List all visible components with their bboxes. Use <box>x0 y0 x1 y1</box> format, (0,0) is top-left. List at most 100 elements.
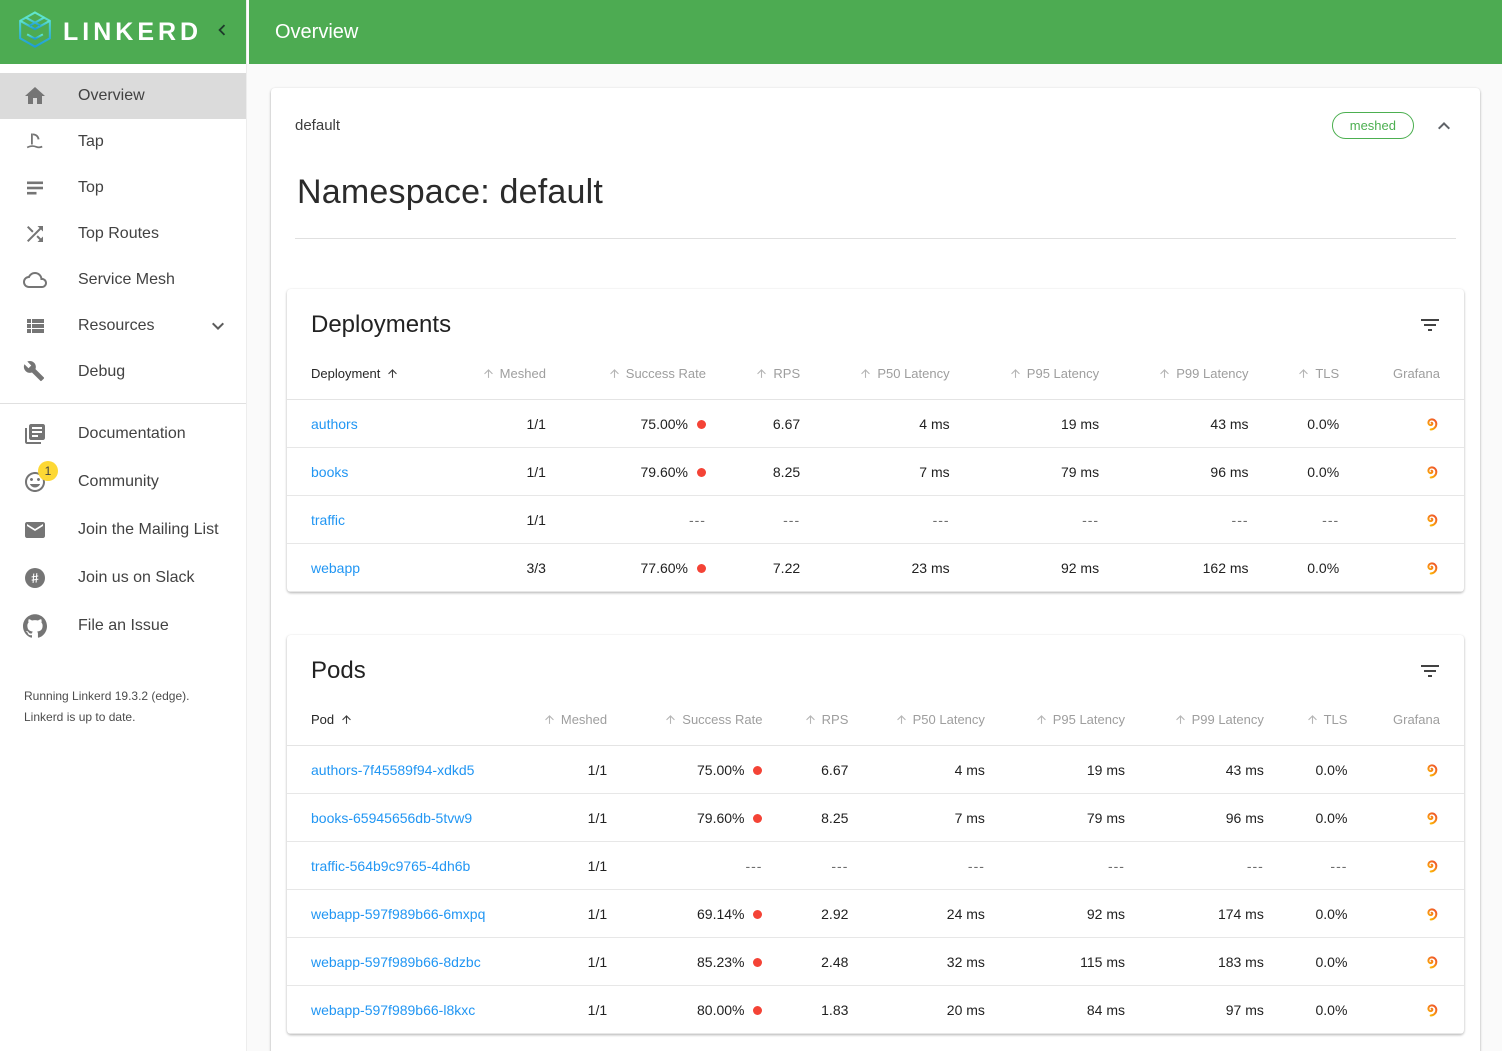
sidebar-header: LINKERD <box>0 0 246 64</box>
pod-link[interactable]: traffic-564b9c9765-4dh6b <box>311 858 470 874</box>
pod-link[interactable]: webapp-597f989b66-6mxpq <box>311 906 485 922</box>
grafana-icon[interactable] <box>1423 415 1440 432</box>
cell-grafana <box>1339 400 1464 448</box>
grafana-icon[interactable] <box>1423 905 1440 922</box>
cell-rps: --- <box>762 842 848 890</box>
cell-rps: 2.48 <box>762 938 848 986</box>
column-header-name[interactable]: Deployment <box>287 339 440 400</box>
tap-icon <box>23 130 47 154</box>
column-header-p95[interactable]: P95 Latency <box>950 339 1099 400</box>
metric-value: --- <box>1082 512 1099 528</box>
status-dot <box>753 814 762 823</box>
metric-value: 43 ms <box>1210 416 1248 432</box>
sidebar-item-community[interactable]: 1 Community <box>0 458 246 506</box>
metric-value: 4 ms <box>919 416 949 432</box>
sidebar-collapse-button[interactable] <box>208 18 236 46</box>
grafana-icon[interactable] <box>1423 559 1440 576</box>
pod-link[interactable]: webapp-597f989b66-8dzbc <box>311 954 481 970</box>
column-header-meshed[interactable]: Meshed <box>511 685 608 746</box>
column-header-success_rate[interactable]: Success Rate <box>607 685 762 746</box>
github-icon <box>23 614 47 638</box>
grafana-icon[interactable] <box>1423 857 1440 874</box>
sidebar-item-slack[interactable]: # Join us on Slack <box>0 554 246 602</box>
linkerd-logo[interactable]: LINKERD <box>14 9 202 56</box>
cell-success_rate: 80.00% <box>607 986 762 1034</box>
sidebar-item-file-issue[interactable]: File an Issue <box>0 602 246 650</box>
column-header-meshed[interactable]: Meshed <box>440 339 546 400</box>
deployment-link[interactable]: traffic <box>311 512 345 528</box>
cell-name: traffic-564b9c9765-4dh6b <box>287 842 511 890</box>
status-dot <box>753 958 762 967</box>
sidebar-item-overview[interactable]: Overview <box>0 73 246 119</box>
cell-meshed: 1/1 <box>440 496 546 544</box>
column-header-p99[interactable]: P99 Latency <box>1099 339 1248 400</box>
deployment-row: traffic1/1------------------ <box>287 496 1464 544</box>
column-header-success_rate[interactable]: Success Rate <box>546 339 706 400</box>
grafana-icon[interactable] <box>1423 1001 1440 1018</box>
column-header-p99[interactable]: P99 Latency <box>1125 685 1264 746</box>
column-label: TLS <box>1315 366 1339 381</box>
sidebar-item-debug[interactable]: Debug <box>0 349 246 395</box>
sidebar-item-top[interactable]: Top <box>0 165 246 211</box>
meshed-badge[interactable]: meshed <box>1332 112 1414 139</box>
sidebar-item-tap[interactable]: Tap <box>0 119 246 165</box>
cell-p95: --- <box>985 842 1125 890</box>
filter-icon[interactable] <box>1418 659 1442 683</box>
deployment-link[interactable]: books <box>311 464 348 480</box>
column-header-tls[interactable]: TLS <box>1249 339 1340 400</box>
sidebar-item-resources[interactable]: Resources <box>0 303 246 349</box>
column-header-rps[interactable]: RPS <box>762 685 848 746</box>
column-header-p95[interactable]: P95 Latency <box>985 685 1125 746</box>
grafana-icon[interactable] <box>1423 463 1440 480</box>
cell-grafana <box>1347 890 1464 938</box>
metric-value: 183 ms <box>1218 954 1264 970</box>
cell-p99: 96 ms <box>1099 448 1248 496</box>
column-header-rps[interactable]: RPS <box>706 339 800 400</box>
sort-arrow-icon <box>608 367 621 380</box>
cell-rps: --- <box>706 496 800 544</box>
grafana-icon[interactable] <box>1423 953 1440 970</box>
version-info: Running Linkerd 19.3.2 (edge). Linkerd i… <box>0 650 246 728</box>
cell-p50: 23 ms <box>800 544 949 592</box>
pod-link[interactable]: authors-7f45589f94-xdkd5 <box>311 762 474 778</box>
filter-icon[interactable] <box>1418 313 1442 337</box>
deployment-link[interactable]: webapp <box>311 560 360 576</box>
cell-success_rate: 79.60% <box>546 448 706 496</box>
cell-name: authors-7f45589f94-xdkd5 <box>287 746 511 794</box>
sidebar-item-mailing-list[interactable]: Join the Mailing List <box>0 506 246 554</box>
sidebar-item-documentation[interactable]: Documentation <box>0 410 246 458</box>
sidebar-item-label: Documentation <box>78 425 186 443</box>
deployment-row: authors1/175.00%6.674 ms19 ms43 ms0.0% <box>287 400 1464 448</box>
pod-link[interactable]: webapp-597f989b66-l8kxc <box>311 1002 475 1018</box>
grafana-icon[interactable] <box>1423 809 1440 826</box>
grafana-icon[interactable] <box>1423 761 1440 778</box>
column-header-tls[interactable]: TLS <box>1264 685 1348 746</box>
metric-value: 7 ms <box>955 810 985 826</box>
metric-value: --- <box>933 512 950 528</box>
metric-value: --- <box>1108 858 1125 874</box>
metric-value: 2.92 <box>821 906 848 922</box>
metric-value: 1/1 <box>588 810 607 826</box>
cell-rps: 6.67 <box>706 400 800 448</box>
version-line: Running Linkerd 19.3.2 (edge). <box>24 686 222 707</box>
cell-success_rate: 75.00% <box>607 746 762 794</box>
deployment-link[interactable]: authors <box>311 416 358 432</box>
pod-link[interactable]: books-65945656db-5tvw9 <box>311 810 472 826</box>
column-header-name[interactable]: Pod <box>287 685 511 746</box>
collapse-section-button[interactable] <box>1432 114 1456 138</box>
cell-meshed: 1/1 <box>511 746 608 794</box>
metric-value: 97 ms <box>1226 1002 1264 1018</box>
top-icon <box>23 176 47 200</box>
column-header-p50[interactable]: P50 Latency <box>848 685 985 746</box>
sidebar-item-top-routes[interactable]: Top Routes <box>0 211 246 257</box>
sidebar-item-service-mesh[interactable]: Service Mesh <box>0 257 246 303</box>
cell-name: webapp-597f989b66-l8kxc <box>287 986 511 1034</box>
cell-p99: 96 ms <box>1125 794 1264 842</box>
sidebar: LINKERD Overview <box>0 0 247 1051</box>
grafana-icon[interactable] <box>1423 511 1440 528</box>
metric-value: 92 ms <box>1087 906 1125 922</box>
sort-arrow-icon <box>1306 713 1319 726</box>
main-area: Overview default meshed Namespace: defau… <box>247 0 1502 1051</box>
column-header-p50[interactable]: P50 Latency <box>800 339 949 400</box>
cell-p50: 20 ms <box>848 986 985 1034</box>
